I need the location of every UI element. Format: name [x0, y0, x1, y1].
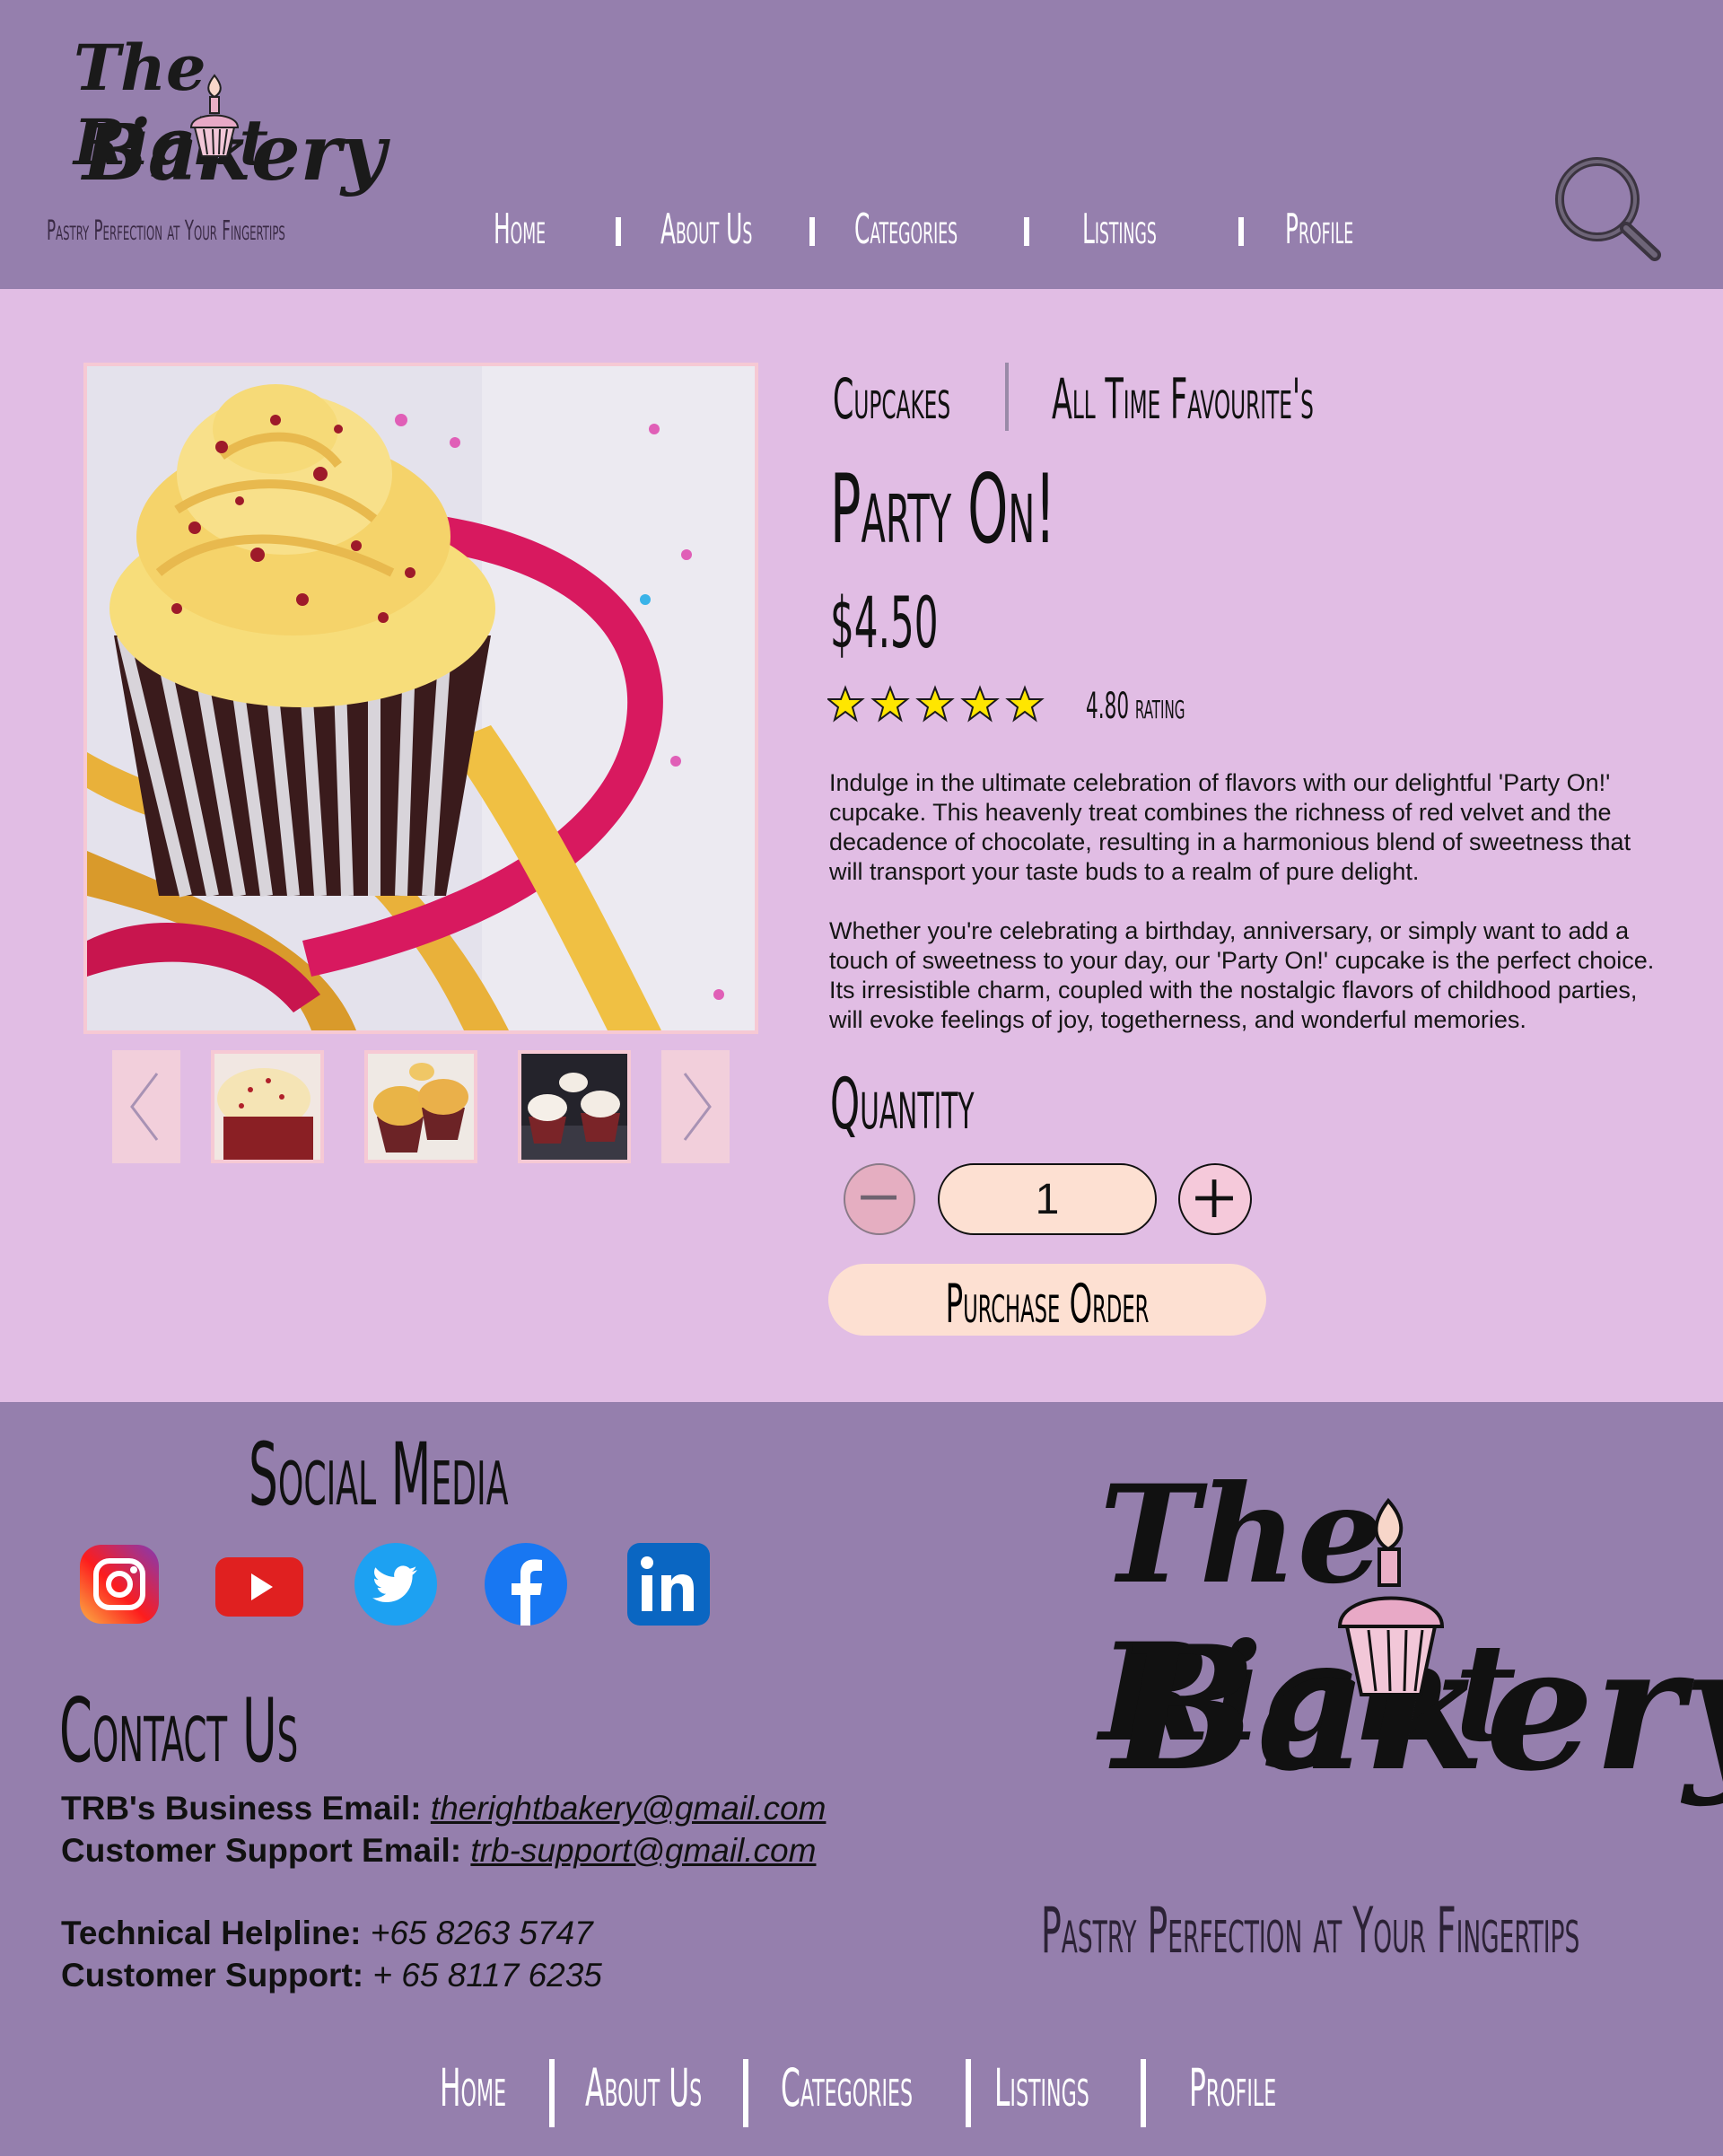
linkedin-icon[interactable] [625, 1541, 712, 1627]
footer-nav-profile[interactable]: Profile [1189, 2057, 1276, 2118]
breadcrumb-divider [1005, 363, 1009, 431]
thumbnail-prev-button[interactable] [112, 1050, 180, 1163]
product-main-image [83, 363, 758, 1034]
star-icon [915, 685, 955, 723]
footer-brand-logo: The Right Bakery Pastry Perfection at Yo… [1041, 1456, 1723, 1968]
logo-tagline: Pastry Perfection at Your Fingertips [1041, 1894, 1580, 1968]
nav-home[interactable]: Home [494, 205, 546, 253]
helpline-label: Technical Helpline: [61, 1915, 362, 1951]
nav-listings[interactable]: Listings [1082, 205, 1157, 253]
search-icon[interactable] [1551, 154, 1662, 262]
quantity-label: Quantity [830, 1065, 975, 1145]
facebook-icon[interactable] [483, 1541, 569, 1627]
business-email-link[interactable]: therightbakery@gmail.com [431, 1790, 827, 1827]
product-description: Whether you're celebrating a birthday, a… [829, 917, 1655, 1033]
nav-about-us[interactable]: About Us [660, 205, 752, 253]
footer-nav-about-us[interactable]: About Us [585, 2057, 702, 2118]
helpline-number: +65 8263 5747 [370, 1915, 593, 1951]
cupcake-icon [189, 74, 240, 157]
purchase-order-button[interactable]: Purchase Order [828, 1264, 1266, 1336]
quantity-increase-button[interactable] [1178, 1163, 1252, 1235]
nav-divider [809, 217, 815, 246]
business-email-label: TRB's Business Email: [61, 1790, 422, 1827]
nav-divider [743, 2059, 748, 2127]
support-email-label: Customer Support Email: [61, 1832, 462, 1869]
product-thumbnail[interactable] [211, 1050, 324, 1163]
product-price: $4.50 [830, 583, 939, 664]
breadcrumb-category[interactable]: Cupcakes [833, 366, 950, 432]
site-header: The Right Bakery Pastry Perfection at Yo… [0, 0, 1723, 289]
support-email-line: Customer Support Email: trb-support@gmai… [61, 1832, 816, 1870]
product-title: Party On! [830, 454, 1056, 565]
rating-text: 4.80 rating [1086, 686, 1185, 727]
footer-nav-home[interactable]: Home [440, 2057, 506, 2118]
support-phone-number: + 65 8117 6235 [372, 1957, 602, 1994]
nav-divider [549, 2059, 555, 2127]
support-email-link[interactable]: trb-support@gmail.com [470, 1832, 816, 1869]
support-phone-line: Customer Support: + 65 8117 6235 [61, 1957, 602, 1994]
breadcrumb-subcategory[interactable]: All Time Favourite's [1052, 366, 1314, 432]
star-icon [870, 685, 910, 723]
social-media-title: Social Media [249, 1424, 509, 1525]
footer-nav-categories[interactable]: Categories [781, 2057, 913, 2118]
instagram-icon[interactable] [76, 1541, 162, 1627]
footer-nav-listings[interactable]: Listings [994, 2057, 1089, 2118]
nav-divider [966, 2059, 971, 2127]
nav-divider [1024, 217, 1029, 246]
nav-divider [1141, 2059, 1146, 2127]
star-icon [827, 685, 865, 723]
cupcake-icon [1337, 1497, 1445, 1696]
quantity-decrease-button[interactable] [844, 1163, 915, 1235]
star-rating [827, 685, 1045, 723]
twitter-icon[interactable] [353, 1541, 439, 1627]
helpline-line: Technical Helpline: +65 8263 5747 [61, 1915, 593, 1952]
product-description: Indulge in the ultimate celebration of f… [829, 769, 1631, 885]
quantity-input[interactable] [938, 1163, 1157, 1235]
site-footer: Social Media Contact Us TRB's Business E… [0, 1402, 1723, 2156]
nav-divider [616, 217, 621, 246]
nav-profile[interactable]: Profile [1285, 205, 1353, 253]
purchase-order-label: Purchase Order [945, 1273, 1150, 1336]
nav-categories[interactable]: Categories [854, 205, 958, 253]
logo-tagline: Pastry Perfection at Your Fingertips [47, 215, 285, 247]
product-thumbnail[interactable] [518, 1050, 631, 1163]
youtube-icon[interactable] [214, 1541, 305, 1627]
contact-us-title: Contact Us [59, 1680, 299, 1783]
nav-divider [1238, 217, 1244, 246]
support-phone-label: Customer Support: [61, 1957, 364, 1994]
business-email-line: TRB's Business Email: therightbakery@gma… [61, 1790, 826, 1827]
star-icon [1005, 685, 1045, 723]
star-icon [960, 685, 1000, 723]
product-thumbnail[interactable] [364, 1050, 477, 1163]
thumbnail-next-button[interactable] [661, 1050, 730, 1163]
brand-logo[interactable]: The Right Bakery Pastry Perfection at Yo… [47, 27, 386, 260]
